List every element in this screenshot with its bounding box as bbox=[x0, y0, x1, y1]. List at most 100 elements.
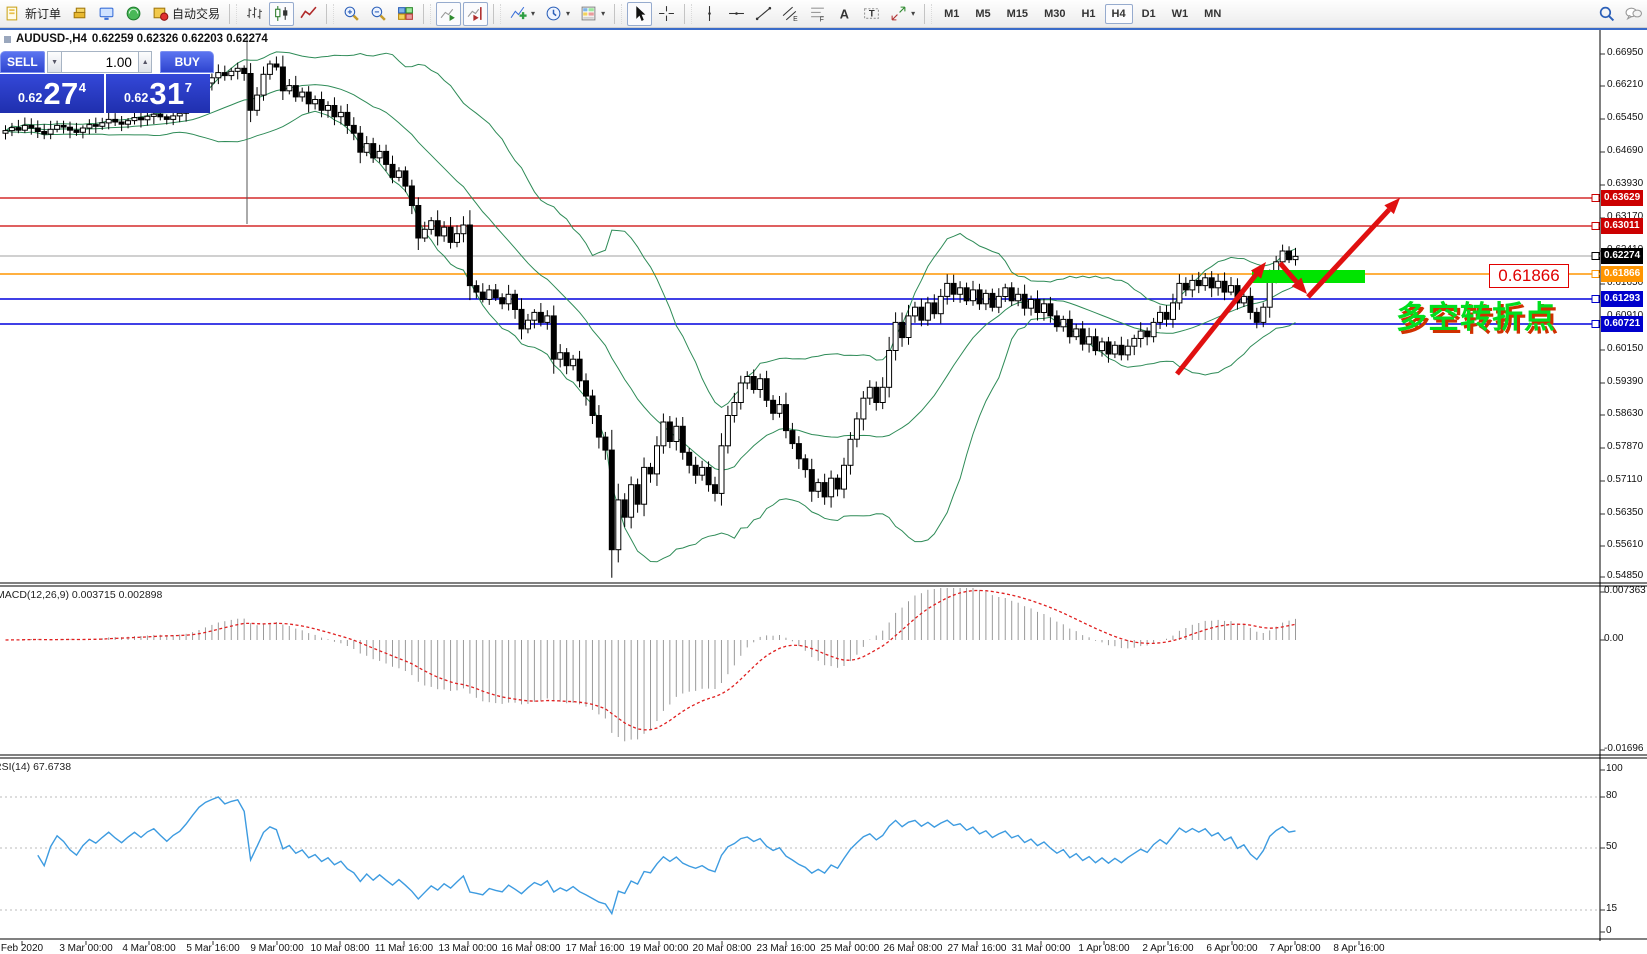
bollinger-bands bbox=[6, 52, 1296, 562]
tile-windows-button[interactable] bbox=[393, 2, 418, 26]
svg-text:F: F bbox=[820, 16, 824, 22]
new-order-button[interactable]: 新订单 bbox=[1, 2, 65, 26]
search-button[interactable] bbox=[1594, 2, 1619, 26]
zoom-out-button[interactable] bbox=[366, 2, 391, 26]
toolbar-button-label: M5 bbox=[975, 8, 990, 20]
chat-button[interactable] bbox=[1621, 2, 1646, 26]
trend-line-icon bbox=[755, 5, 772, 22]
chat-icon bbox=[1625, 5, 1642, 22]
chart-symbol-period: AUDUSD-,H4 bbox=[16, 33, 87, 45]
toolbar-button-label: 新订单 bbox=[25, 5, 61, 22]
volume-decrease-button[interactable]: ▼ bbox=[47, 51, 62, 73]
tf-w1[interactable]: W1 bbox=[1165, 4, 1196, 24]
rsi-indicator bbox=[38, 797, 1296, 914]
toolbar-button-label: H1 bbox=[1081, 8, 1095, 20]
tf-d1[interactable]: D1 bbox=[1135, 4, 1163, 24]
equidistant-channel-button[interactable]: E bbox=[778, 2, 803, 26]
bar-chart-icon bbox=[246, 5, 263, 22]
buy-price-big: 31 bbox=[149, 76, 184, 112]
crosshair-button[interactable] bbox=[654, 2, 679, 26]
market-panel-button[interactable] bbox=[67, 2, 92, 26]
chart-shift-icon bbox=[467, 5, 484, 22]
news-feed-button[interactable] bbox=[121, 2, 146, 26]
line-chart-mode-button[interactable] bbox=[296, 2, 321, 26]
toolbar-separator bbox=[614, 4, 622, 24]
text-button[interactable]: A bbox=[832, 2, 857, 26]
price-callout-box: 0.61866 bbox=[1489, 264, 1569, 288]
toolbar-separator bbox=[423, 4, 431, 24]
auto-scroll-button[interactable] bbox=[436, 2, 461, 26]
toolbar-button-label: M1 bbox=[944, 8, 959, 20]
trend-line-button[interactable] bbox=[751, 2, 776, 26]
chart-canvas[interactable] bbox=[0, 0, 1647, 954]
buy-button[interactable]: BUY bbox=[160, 51, 214, 73]
toolbar-separator bbox=[924, 4, 932, 24]
tf-m15[interactable]: M15 bbox=[1000, 4, 1035, 24]
tf-mn[interactable]: MN bbox=[1197, 4, 1228, 24]
crosshair-icon bbox=[658, 5, 675, 22]
chart-shift-button[interactable] bbox=[463, 2, 488, 26]
zoom-in-icon bbox=[343, 5, 360, 22]
horizontal-line-button[interactable] bbox=[724, 2, 749, 26]
green-highlight-box bbox=[1252, 270, 1365, 283]
toolbar-button-label: W1 bbox=[1172, 8, 1189, 20]
arrows-button[interactable]: ▾ bbox=[886, 2, 919, 26]
volume-increase-button[interactable]: ▲ bbox=[138, 51, 153, 73]
add-indicator-icon bbox=[510, 5, 527, 22]
zoom-in-button[interactable] bbox=[339, 2, 364, 26]
text-label-button[interactable]: T bbox=[859, 2, 884, 26]
periods-button[interactable]: ▾ bbox=[541, 2, 574, 26]
tf-m5[interactable]: M5 bbox=[968, 4, 997, 24]
vertical-line-icon bbox=[701, 5, 718, 22]
toolbar-button-label: H4 bbox=[1112, 8, 1126, 20]
svg-text:E: E bbox=[793, 16, 798, 22]
auto-trading-button[interactable]: 自动交易 bbox=[148, 2, 224, 26]
terminal-window-button[interactable] bbox=[94, 2, 119, 26]
buy-price-prefix: 0.62 bbox=[124, 91, 148, 105]
tf-h1[interactable]: H1 bbox=[1074, 4, 1102, 24]
candles bbox=[3, 56, 1298, 578]
label-t-icon: T bbox=[863, 5, 880, 22]
macd-indicator-label: MACD(12,26,9) 0.003715 0.002898 bbox=[0, 589, 162, 601]
toolbar-button-label: MN bbox=[1204, 8, 1221, 20]
dropdown-arrow-icon: ▾ bbox=[601, 9, 605, 18]
buy-price[interactable]: 0.62 31 7 bbox=[106, 74, 210, 113]
candle-chart-mode-button[interactable] bbox=[269, 2, 294, 26]
cursor-button[interactable] bbox=[627, 2, 652, 26]
toolbar-separator bbox=[229, 4, 237, 24]
spinner-up-icon: ▲ bbox=[142, 59, 149, 66]
new-order-icon bbox=[5, 5, 22, 22]
templates-button[interactable]: ▾ bbox=[576, 2, 609, 26]
templates-icon bbox=[580, 5, 597, 22]
indicators-button[interactable]: ▾ bbox=[506, 2, 539, 26]
cursor-icon bbox=[631, 5, 648, 22]
chart-window-icon bbox=[4, 36, 11, 43]
sell-price[interactable]: 0.62 27 4 bbox=[0, 74, 104, 113]
channel-icon: E bbox=[782, 5, 799, 22]
toolbar: 新订单自动交易▾▾▾EFAT▾M1M5M15M30H1H4D1W1MN bbox=[0, 0, 1647, 28]
auto-trading-icon bbox=[152, 5, 169, 22]
toolbar-button-label: D1 bbox=[1142, 8, 1156, 20]
svg-text:T: T bbox=[869, 9, 875, 20]
fibonacci-button[interactable]: F bbox=[805, 2, 830, 26]
chart-ohlc-values: 0.62259 0.62326 0.62203 0.62274 bbox=[92, 33, 268, 45]
zoom-out-icon bbox=[370, 5, 387, 22]
tf-h4[interactable]: H4 bbox=[1105, 4, 1133, 24]
bar-chart-mode-button[interactable] bbox=[242, 2, 267, 26]
sell-button[interactable]: SELL bbox=[0, 51, 45, 73]
tf-m1[interactable]: M1 bbox=[937, 4, 966, 24]
dropdown-arrow-icon: ▾ bbox=[911, 9, 915, 18]
svg-text:A: A bbox=[840, 6, 849, 21]
blue-monitor-icon bbox=[98, 5, 115, 22]
gold-cube-icon bbox=[71, 5, 88, 22]
vertical-line-button[interactable] bbox=[697, 2, 722, 26]
tf-m30[interactable]: M30 bbox=[1037, 4, 1072, 24]
chart-title-bar: AUDUSD-,H4 0.62259 0.62326 0.62203 0.622… bbox=[4, 33, 268, 45]
toolbar-separator bbox=[684, 4, 692, 24]
fibonacci-icon: F bbox=[809, 5, 826, 22]
volume-input[interactable] bbox=[62, 51, 138, 73]
sell-price-prefix: 0.62 bbox=[18, 91, 42, 105]
toolbar-button-label: 自动交易 bbox=[172, 5, 220, 22]
horizontal-line-objects bbox=[0, 37, 1600, 910]
annotation-turning-point: 多空转折点 bbox=[1396, 292, 1556, 337]
